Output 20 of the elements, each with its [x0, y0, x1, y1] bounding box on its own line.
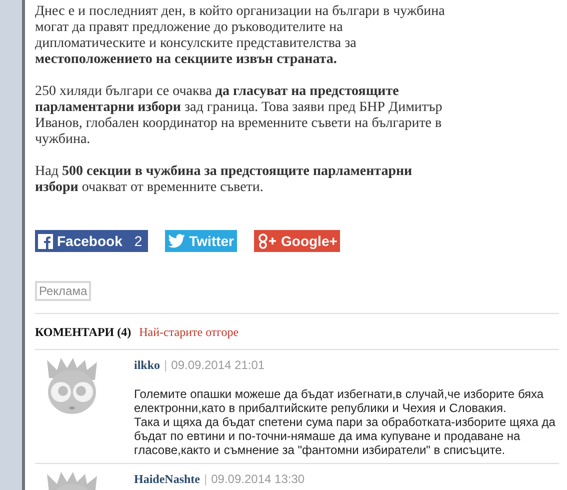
separator: |	[204, 471, 208, 488]
comment-author[interactable]: HaideNashte	[134, 470, 200, 488]
comment-author[interactable]: ilkko	[134, 356, 160, 374]
comment-date: 09.09.2014 13:30	[211, 471, 305, 488]
facebook-icon	[38, 234, 53, 248]
separator: |	[164, 357, 168, 374]
comment-text: Така и щяха да бъдат спетени сума пари за обработката-изборите щяха да бъдат по евтини и по-точни-нямаше да има купуване и продаване на гласове,както и съмнение за "фантомни избиратели" в списъците.	[134, 415, 556, 457]
ad-label: Реклама	[35, 281, 92, 301]
article-paragraph: Днес е и последният ден, в който организации на българи в чужбина могат да правят предложение до ръководителите на дипломатическите и консулските представителства за местоположението на секциите извън страната.	[35, 4, 446, 68]
article-paragraph: Над 500 секции в чужбина за предстоящите парламентарни избори очакват от временните съвети.	[35, 164, 414, 196]
avatar-icon	[45, 358, 99, 416]
comments-heading: КОМЕНТАРИ (4)	[35, 324, 132, 341]
share-button[interactable]: Facebook 2	[35, 230, 148, 252]
sort-link[interactable]: Най-старите отгоре	[139, 323, 239, 341]
google-plus-icon	[257, 233, 278, 249]
article-paragraph: 250 хиляди българи се очаква да гласуват на предстоящите парламентарни избори зад граница. Това заяви пред БНР Димитър Иванов, глобален координатор на временните съвети на българите в чужбина.	[35, 84, 444, 148]
share-button[interactable]: Google+	[254, 230, 340, 252]
bird-icon	[168, 234, 186, 248]
comment-date: 09.09.2014 21:01	[171, 357, 265, 374]
comment-text: Големите опашки можеше да бъдат избегнати,в случай,че изборите бяха електронни,като в прибалтийските републики и Чехия и Словакия.	[134, 387, 545, 415]
